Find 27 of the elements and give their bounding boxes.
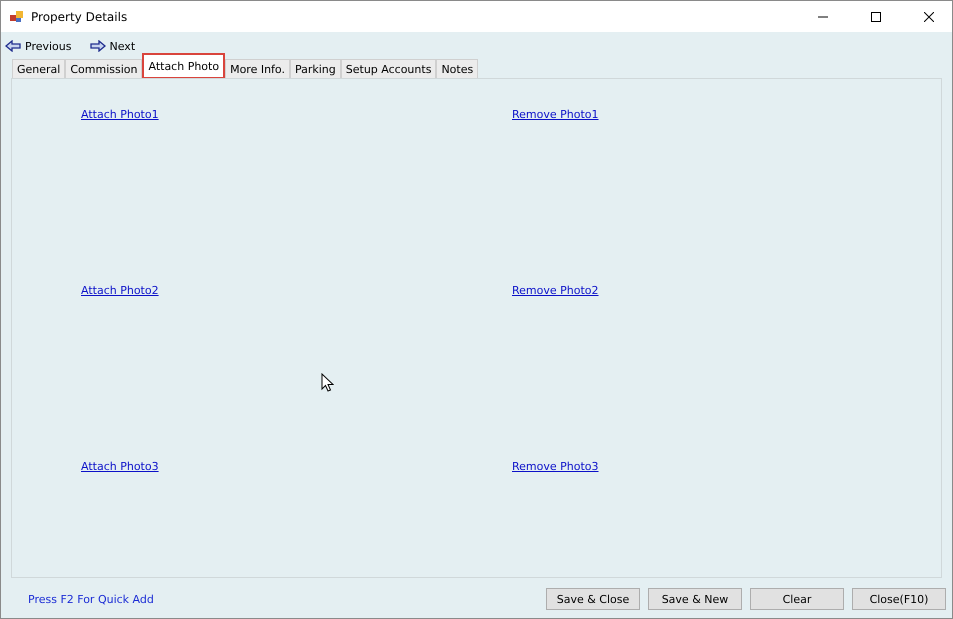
action-button[interactable]: Save & Close	[546, 588, 640, 610]
action-button[interactable]: Clear	[750, 588, 844, 610]
tab[interactable]: Notes	[436, 59, 478, 78]
previous-button[interactable]: Previous	[5, 40, 72, 52]
remove-photo-link[interactable]: Remove Photo2	[512, 284, 599, 297]
next-button[interactable]: Next	[90, 40, 136, 52]
maximize-icon	[871, 12, 881, 22]
attach-photo-link[interactable]: Attach Photo2	[81, 284, 159, 297]
remove-photo-link[interactable]: Remove Photo3	[512, 460, 599, 473]
action-button[interactable]: Close(F10)	[852, 588, 946, 610]
attach-photo-link[interactable]: Attach Photo1	[81, 108, 159, 121]
action-button[interactable]: Save & New	[648, 588, 742, 610]
left-arrow-icon	[5, 40, 21, 52]
close-icon	[924, 12, 934, 22]
right-arrow-icon	[90, 40, 106, 52]
tab[interactable]: More Info.	[225, 59, 290, 78]
tab[interactable]: Commission	[65, 59, 142, 78]
remove-photo-link[interactable]: Remove Photo1	[512, 108, 599, 121]
tab[interactable]: Attach Photo	[142, 53, 226, 79]
hint-text: Press F2 For Quick Add	[28, 592, 155, 606]
tab[interactable]: General	[12, 59, 66, 78]
attach-photo-link[interactable]: Attach Photo3	[81, 460, 159, 473]
tab[interactable]: Parking	[290, 59, 341, 78]
window-title: Property Details	[31, 10, 128, 24]
mouse-pointer-icon	[321, 373, 334, 392]
tab[interactable]: Setup Accounts	[340, 59, 436, 78]
app-icon	[10, 10, 24, 22]
